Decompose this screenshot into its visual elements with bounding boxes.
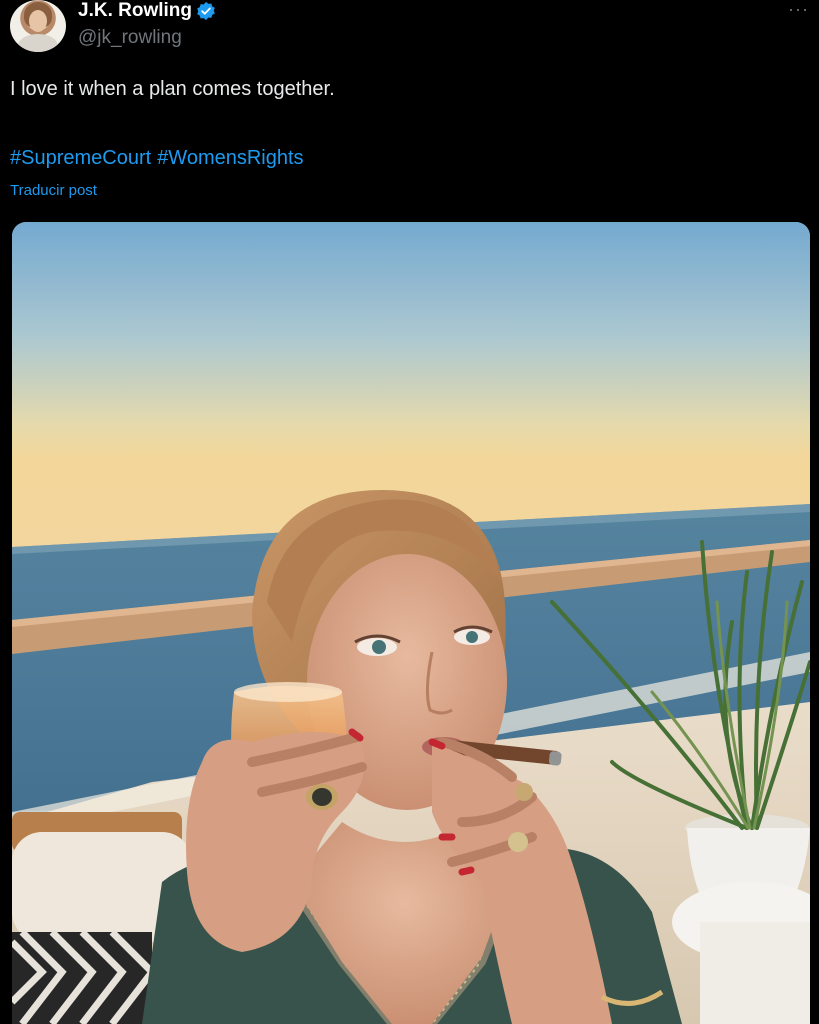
avatar[interactable] (10, 0, 66, 52)
hashtag-link[interactable]: #WomensRights (157, 145, 303, 171)
author-name-row[interactable]: J.K. Rowling (78, 0, 216, 22)
avatar-shoulders (18, 34, 58, 52)
tweet-header: J.K. Rowling @jk_rowling ··· (0, 0, 819, 60)
author-handle[interactable]: @jk_rowling (78, 27, 182, 49)
tweet-text: I love it when a plan comes together. (10, 78, 335, 100)
more-options-icon[interactable]: ··· (788, 0, 809, 18)
hashtag-link[interactable]: #SupremeCourt (10, 145, 151, 171)
verified-badge-icon (197, 1, 215, 21)
avatar-face (29, 10, 47, 32)
photo-illustration (12, 222, 810, 1024)
hashtag-row: #SupremeCourt #WomensRights (10, 145, 304, 171)
translate-post-link[interactable]: Traducir post (10, 181, 97, 201)
author-display-name[interactable]: J.K. Rowling (78, 0, 192, 22)
tweet-media-photo[interactable] (12, 222, 810, 1024)
